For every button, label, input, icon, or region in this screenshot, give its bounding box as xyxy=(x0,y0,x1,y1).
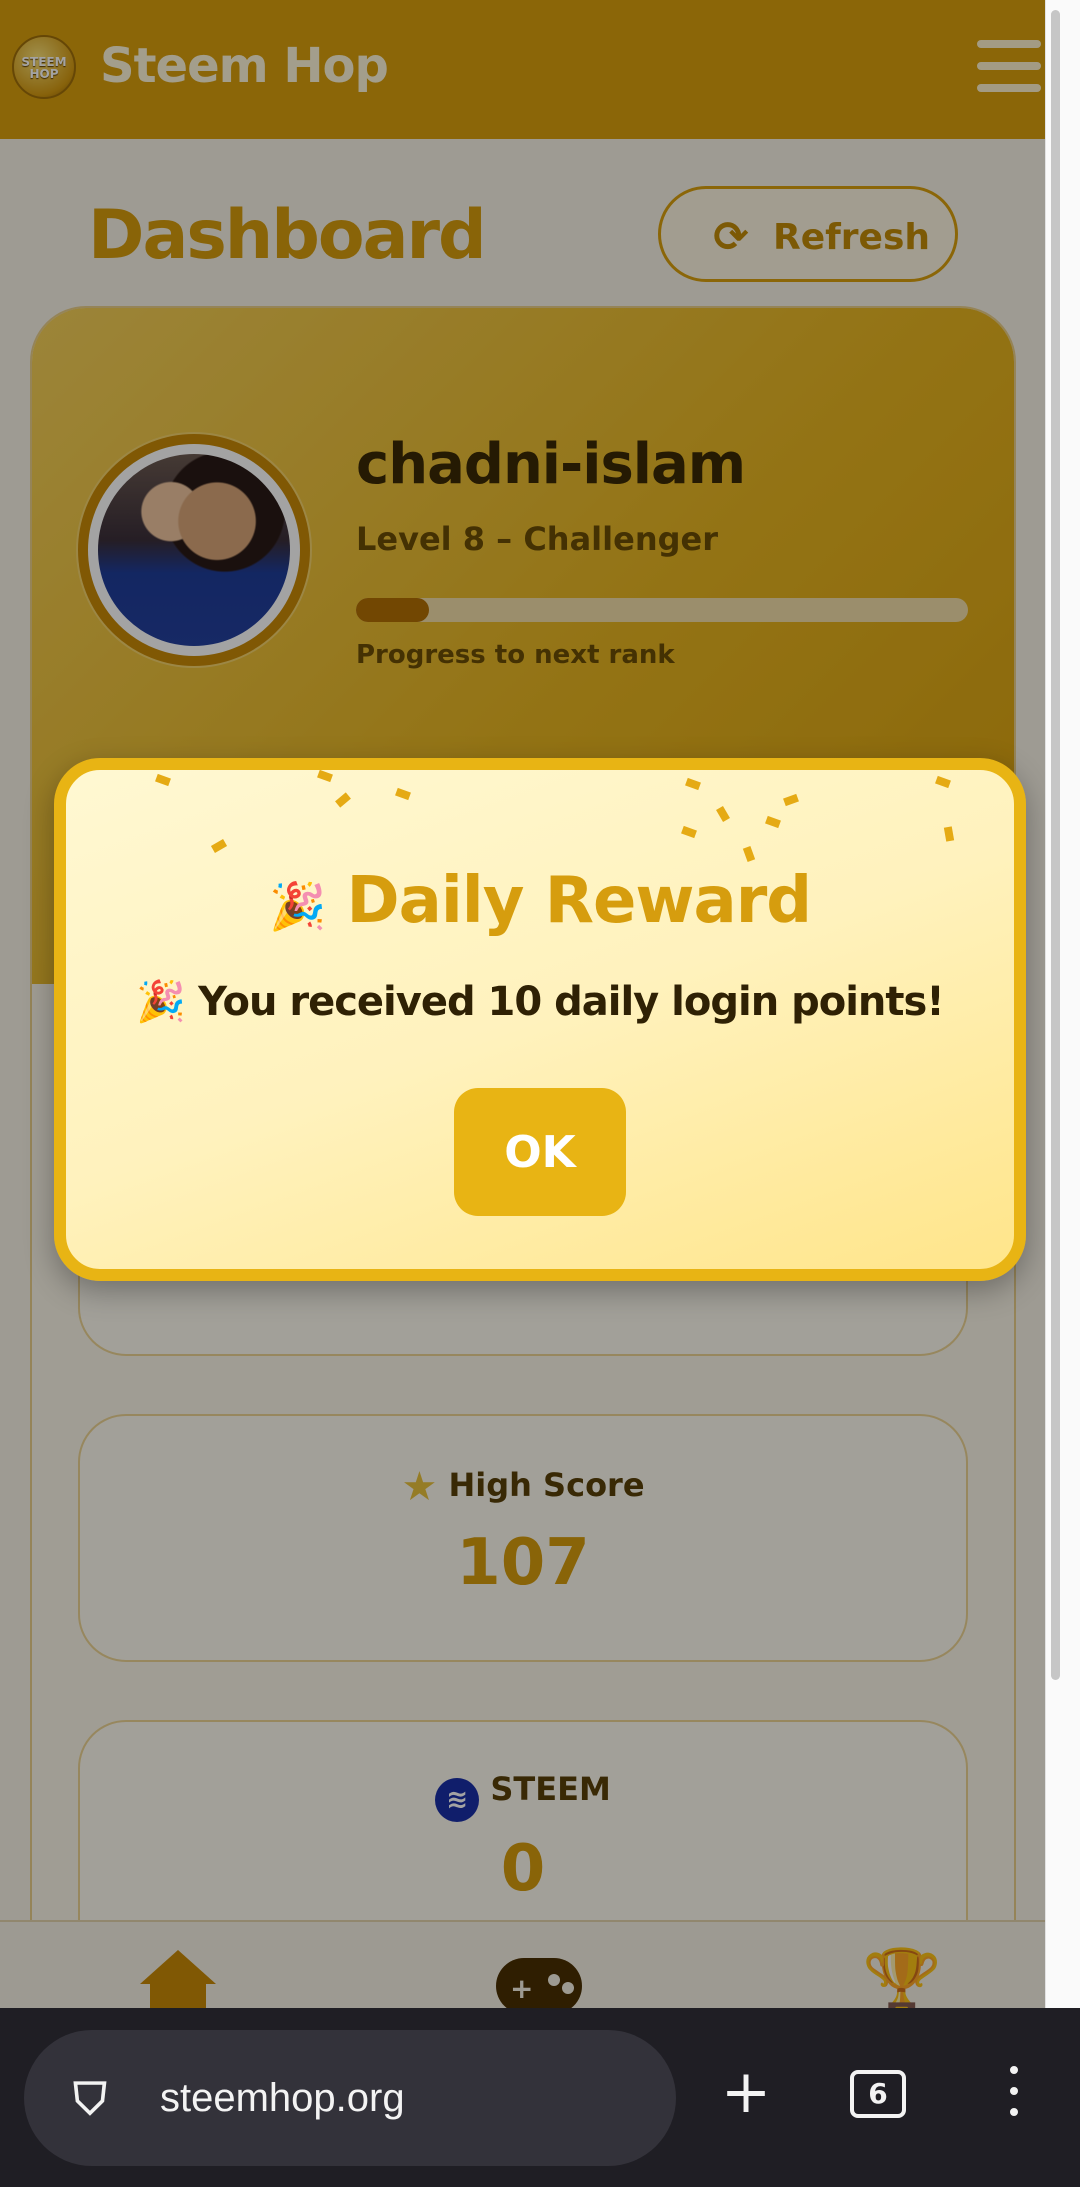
modal-message-text: You received 10 daily login points! xyxy=(198,979,944,1025)
tab-count-button[interactable]: 6 xyxy=(850,2070,906,2118)
party-popper-icon: 🎉 xyxy=(136,979,186,1025)
modal-title: 🎉 Daily Reward xyxy=(66,864,1014,938)
app-page: STEEM HOP Steem Hop Dashboard ⟳ Refresh … xyxy=(0,0,1045,2008)
party-popper-icon: 🎉 xyxy=(268,879,326,933)
url-bar[interactable]: ⛉ steemhop.org xyxy=(24,2030,676,2166)
url-text[interactable]: steemhop.org xyxy=(160,2076,405,2121)
daily-reward-modal: 🎉 Daily Reward 🎉 You received 10 daily l… xyxy=(54,758,1026,1281)
more-vertical-icon[interactable] xyxy=(996,2066,1032,2122)
modal-title-text: Daily Reward xyxy=(346,864,813,938)
scrollbar-thumb[interactable] xyxy=(1051,10,1060,1680)
shield-icon[interactable]: ⛉ xyxy=(64,2072,116,2128)
modal-message: 🎉 You received 10 daily login points! xyxy=(66,978,1014,1025)
plus-icon[interactable]: + xyxy=(718,2062,774,2122)
ok-button[interactable]: OK xyxy=(454,1088,626,1216)
browser-bottom-bar: ⛉ steemhop.org + 6 xyxy=(0,2008,1080,2187)
